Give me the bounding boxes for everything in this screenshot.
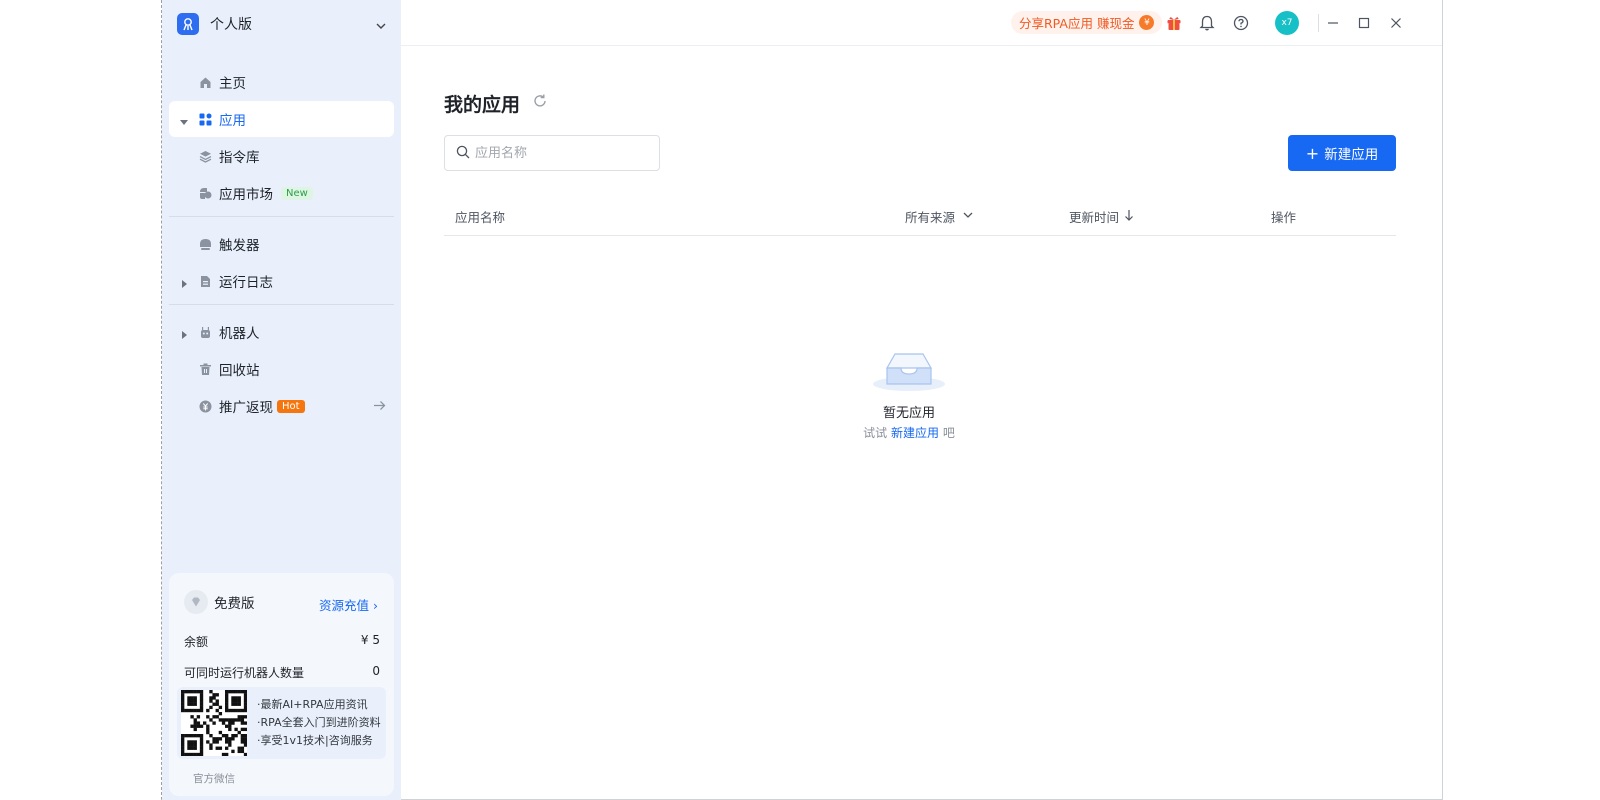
empty-state: 暂无应用 试试 新建应用 吧 — [839, 346, 979, 441]
new-badge: New — [281, 186, 313, 200]
recharge-link[interactable]: 资源充值 › — [319, 595, 378, 614]
apps-grid-icon — [198, 112, 212, 126]
title-bar: 分享RPA应用 赚现金 ¥ x7 — [401, 0, 1442, 46]
maximize-icon[interactable] — [1354, 13, 1374, 33]
arrow-down-icon — [1124, 209, 1134, 224]
sidebar-item-home[interactable]: 主页 — [169, 64, 394, 100]
main-content: 我的应用 + 新建应用 应用名称 所有来源 更新时间 操作 — [401, 46, 1442, 798]
robots-value: 0 — [372, 664, 380, 678]
sidebar-item-label: 指令库 — [219, 150, 260, 166]
sidebar-item-market[interactable]: 应用市场 New — [169, 175, 394, 211]
sidebar-item-label: 运行日志 — [219, 275, 273, 291]
sidebar-item-label: 主页 — [219, 76, 246, 92]
new-app-button[interactable]: + 新建应用 — [1288, 135, 1396, 171]
empty-title: 暂无应用 — [882, 406, 935, 421]
market-icon — [198, 186, 212, 200]
trash-icon — [198, 362, 212, 376]
yen-coin-icon: ¥ — [1139, 15, 1155, 30]
home-icon — [198, 75, 212, 89]
sidebar-item-logs[interactable]: 运行日志 — [169, 263, 394, 299]
divider — [169, 216, 394, 217]
refresh-icon[interactable] — [532, 93, 548, 113]
help-icon[interactable] — [1231, 13, 1251, 33]
search-input[interactable] — [475, 145, 645, 161]
share-earn-button[interactable]: 分享RPA应用 赚现金 ¥ — [1011, 11, 1163, 34]
column-source-filter[interactable]: 所有来源 — [905, 207, 974, 226]
column-updated-sort[interactable]: 更新时间 — [1069, 207, 1134, 226]
workspace-name: 个人版 — [210, 17, 252, 33]
column-actions: 操作 — [1271, 207, 1296, 226]
column-name-label: 应用名称 — [455, 210, 506, 225]
column-source-label: 所有来源 — [905, 210, 956, 225]
table-header: 应用名称 所有来源 更新时间 操作 — [444, 190, 1396, 236]
gift-icon[interactable] — [1164, 13, 1184, 33]
app-window: 个人版 主页 应用 指令库 应用市场 New 触发器 运行日志 机器人 回收站 … — [161, 0, 1443, 800]
column-actions-label: 操作 — [1271, 210, 1297, 225]
bell-icon[interactable] — [1197, 13, 1217, 33]
sidebar: 个人版 主页 应用 指令库 应用市场 New 触发器 运行日志 机器人 回收站 … — [162, 0, 401, 800]
plan-name: 免费版 — [214, 596, 255, 612]
sidebar-item-recycle[interactable]: 回收站 — [169, 351, 394, 387]
diamond-icon — [184, 590, 208, 614]
qr-code-image — [181, 690, 248, 757]
trigger-icon — [198, 237, 212, 251]
sidebar-item-label: 推广返现 — [219, 400, 273, 416]
robots-row: 可同时运行机器人数量 0 — [184, 664, 380, 681]
minimize-icon[interactable] — [1323, 13, 1343, 33]
balance-label: 余额 — [184, 635, 209, 649]
column-name: 应用名称 — [455, 207, 505, 226]
close-icon[interactable] — [1386, 13, 1406, 33]
promo-lines: ·最新AI+RPA应用资讯 ·RPA全套入门到进阶资料 ·享受1v1技术|咨询服… — [257, 696, 381, 750]
promo-line: ·RPA全套入门到进阶资料 — [257, 716, 381, 729]
search-icon — [456, 144, 470, 163]
balance-value: ¥ 5 — [360, 633, 380, 647]
sidebar-item-label: 机器人 — [219, 326, 260, 342]
sidebar-item-triggers[interactable]: 触发器 — [169, 226, 394, 262]
sidebar-item-robots[interactable]: 机器人 — [169, 314, 394, 350]
empty-inbox-icon — [871, 353, 947, 396]
sidebar-item-apps[interactable]: 应用 — [169, 101, 394, 137]
chevron-down-icon — [962, 209, 974, 224]
arrow-right-icon — [373, 399, 386, 416]
caret-right-icon[interactable] — [180, 327, 188, 343]
sidebar-item-referral[interactable]: 推广返现 Hot — [169, 388, 394, 424]
column-updated-label: 更新时间 — [1069, 210, 1120, 225]
balance-row: 余额 ¥ 5 — [184, 633, 380, 650]
sidebar-item-label: 应用市场 — [219, 187, 273, 203]
promo-line: ·享受1v1技术|咨询服务 — [257, 734, 373, 747]
app-logo-icon — [177, 13, 199, 35]
workspace-switcher[interactable]: 个人版 — [177, 11, 387, 37]
sidebar-nav: 主页 应用 指令库 应用市场 New 触发器 运行日志 机器人 回收站 推广返现… — [169, 64, 394, 425]
layers-icon — [198, 149, 212, 163]
hot-badge: Hot — [277, 399, 305, 413]
avatar[interactable]: x7 — [1275, 11, 1299, 35]
search-box[interactable] — [444, 135, 660, 171]
promo-line: ·最新AI+RPA应用资讯 — [257, 698, 368, 711]
plan-header: 免费版 — [184, 590, 255, 614]
page-title: 我的应用 — [444, 94, 521, 116]
new-app-label: 新建应用 — [1324, 147, 1379, 163]
empty-new-app-link[interactable]: 新建应用 — [891, 426, 939, 440]
chevron-down-icon — [375, 17, 387, 36]
sidebar-item-commands[interactable]: 指令库 — [169, 138, 394, 174]
plan-card: 免费版 资源充值 › 余额 ¥ 5 可同时运行机器人数量 0 ·最新AI+RPA… — [169, 573, 394, 796]
qr-caption: 官方微信 — [193, 773, 235, 785]
divider — [169, 304, 394, 305]
document-icon — [198, 274, 212, 288]
sidebar-item-label: 应用 — [219, 113, 246, 129]
wechat-promo: ·最新AI+RPA应用资讯 ·RPA全套入门到进阶资料 ·享受1v1技术|咨询服… — [177, 687, 386, 759]
sidebar-item-label: 触发器 — [219, 238, 260, 254]
divider — [1318, 14, 1319, 32]
empty-hint-prefix: 试试 — [863, 426, 891, 440]
empty-hint-suffix: 吧 — [939, 426, 955, 440]
caret-down-icon[interactable] — [180, 114, 188, 130]
robot-icon — [198, 325, 212, 339]
caret-right-icon[interactable] — [180, 276, 188, 292]
robots-label: 可同时运行机器人数量 — [184, 666, 305, 680]
share-label: 分享RPA应用 赚现金 — [1019, 16, 1135, 31]
sidebar-item-label: 回收站 — [219, 363, 260, 379]
coin-icon — [198, 399, 212, 413]
empty-hint: 试试 新建应用 吧 — [839, 424, 979, 441]
plus-icon: + — [1305, 143, 1320, 163]
